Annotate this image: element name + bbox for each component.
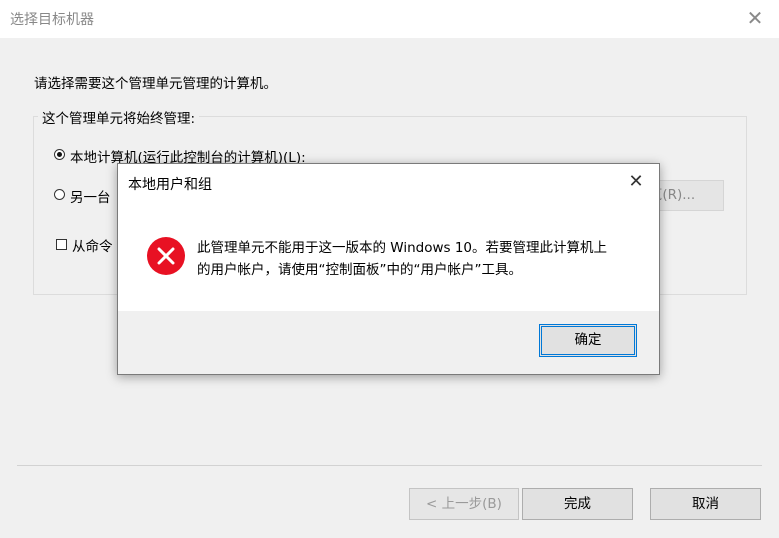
local-computer-radio[interactable] bbox=[54, 149, 65, 160]
finish-button[interactable]: 完成 bbox=[522, 488, 633, 520]
cancel-button[interactable]: 取消 bbox=[650, 488, 761, 520]
dialog-close-icon[interactable]: ✕ bbox=[625, 171, 647, 193]
window-close-icon[interactable]: ✕ bbox=[743, 6, 767, 30]
error-message-line1: 此管理单元不能用于这一版本的 Windows 10。若要管理此计算机上 bbox=[197, 240, 608, 256]
command-line-label: 从命令 bbox=[72, 239, 113, 255]
error-dialog-body: 本地用户和组 ✕ 此管理单元不能用于这一版本的 Windows 10。若要管理此… bbox=[118, 164, 659, 311]
ok-button[interactable]: 确定 bbox=[539, 324, 637, 357]
window-titlebar: 选择目标机器 ✕ bbox=[0, 0, 779, 38]
error-dialog-title: 本地用户和组 bbox=[128, 177, 212, 193]
error-message-line2: 的用户帐户，请使用“控制面板”中的“用户帐户”工具。 bbox=[197, 262, 522, 278]
window-title: 选择目标机器 bbox=[10, 12, 94, 28]
back-button[interactable]: < 上一步(B) bbox=[409, 488, 519, 520]
groupbox-legend: 这个管理单元将始终管理: bbox=[38, 107, 200, 127]
command-line-checkbox[interactable] bbox=[56, 239, 67, 250]
error-message: 此管理单元不能用于这一版本的 Windows 10。若要管理此计算机上 的用户帐… bbox=[197, 237, 637, 281]
another-computer-radio[interactable] bbox=[54, 189, 65, 200]
error-dialog: 本地用户和组 ✕ 此管理单元不能用于这一版本的 Windows 10。若要管理此… bbox=[117, 163, 660, 375]
another-computer-label: 另一台 bbox=[70, 190, 111, 206]
instruction-text: 请选择需要这个管理单元管理的计算机。 bbox=[34, 76, 277, 92]
footer-divider bbox=[17, 465, 762, 466]
error-icon bbox=[147, 237, 185, 275]
